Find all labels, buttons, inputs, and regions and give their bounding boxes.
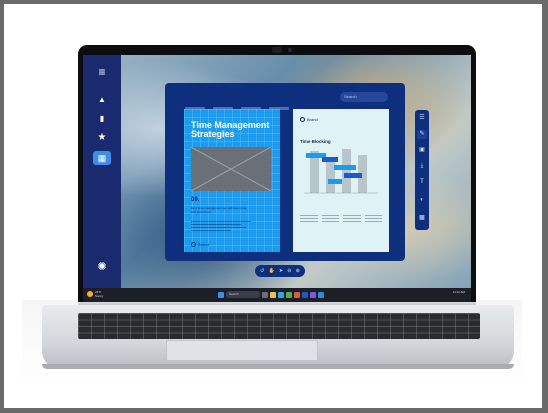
app-sidebar: ≡ ▲ ▮ ★ ▦ ✺ — [83, 55, 121, 288]
laptop-front-edge — [42, 364, 514, 369]
chart-column — [342, 149, 351, 193]
logo-icon — [191, 242, 196, 247]
weather-widget[interactable]: 24°F Sunny — [87, 290, 104, 298]
start-icon[interactable] — [218, 291, 224, 298]
triangle-icon[interactable]: ▲ — [93, 93, 111, 107]
system-tray[interactable]: 11:11 AM — [453, 290, 465, 295]
chart-block — [334, 165, 356, 170]
text-column — [364, 209, 383, 224]
image-placeholder[interactable] — [191, 147, 271, 191]
layout-icon[interactable]: ▦ — [93, 151, 111, 165]
qr-icon[interactable]: ▩ — [417, 214, 427, 223]
keyboard — [78, 313, 480, 339]
zoom-out-icon[interactable]: ⊖ — [287, 268, 291, 274]
document-page-right[interactable]: Brand Time Blocking — [293, 109, 389, 252]
text-icon[interactable]: T — [417, 178, 427, 187]
chart-block — [344, 173, 362, 178]
column-heading — [365, 209, 383, 213]
hand-icon[interactable]: ✋ — [268, 268, 274, 274]
column-heading — [322, 209, 340, 213]
bottom-tool-bar: ↺ ✋ ➤ ⊖ ⊕ — [255, 265, 305, 277]
search-input[interactable]: Search — [340, 92, 388, 102]
list-icon[interactable]: ☰ — [417, 114, 427, 123]
chart-block — [328, 179, 342, 184]
chart-title: Time Blocking — [300, 139, 331, 144]
contrast-icon[interactable]: ◐ — [417, 196, 427, 205]
settings-icon[interactable]: ✺ — [93, 260, 111, 274]
body-text-lines — [191, 221, 261, 233]
menu-icon[interactable]: ≡ — [93, 65, 111, 79]
document-page-left[interactable]: Time Management Strategies 09. How time … — [184, 109, 280, 252]
section-number: 09. — [191, 197, 200, 203]
sun-icon — [87, 291, 93, 297]
clock-time: 11:11 AM — [452, 290, 465, 294]
column-heading — [300, 209, 318, 213]
taskbar-search[interactable]: Search — [226, 291, 260, 298]
teams-icon[interactable] — [310, 291, 316, 298]
pointer-icon[interactable]: ➤ — [279, 268, 283, 274]
time-blocking-chart — [304, 149, 378, 194]
image-icon[interactable]: ▣ — [417, 146, 427, 155]
touchpad — [166, 340, 318, 361]
pen-icon[interactable]: ✎ — [417, 130, 427, 139]
text-column — [300, 209, 318, 224]
chart-column — [326, 157, 335, 193]
webcam — [272, 47, 282, 53]
camera-light — [288, 48, 292, 52]
edge-icon[interactable] — [278, 291, 284, 298]
taskbar-apps: Search — [218, 291, 324, 298]
file-explorer-icon[interactable] — [270, 291, 276, 298]
chart-block — [322, 157, 338, 162]
os-taskbar: 24°F Sunny Search 11:11 AM — [83, 288, 471, 302]
bar-chart-icon[interactable]: ▮ — [93, 112, 111, 126]
mail-icon[interactable] — [302, 291, 308, 298]
laptop-screen: ≡ ▲ ▮ ★ ▦ ✺ Search Time Management Strat… — [83, 55, 471, 302]
editor-window: Search Time Management Strategies 09. Ho… — [165, 83, 405, 261]
page-logo: Brand — [191, 242, 209, 247]
page-logo: Brand — [300, 117, 318, 122]
office-icon[interactable] — [294, 291, 300, 298]
text-columns — [300, 209, 382, 224]
task-view-icon[interactable] — [262, 291, 268, 298]
zoom-in-icon[interactable]: ⊕ — [296, 268, 300, 274]
text-column — [343, 209, 361, 224]
top-nav — [185, 97, 305, 110]
undo-icon[interactable]: ↺ — [260, 268, 264, 274]
page-title: Time Management Strategies — [191, 120, 270, 139]
app-icon[interactable] — [318, 291, 324, 298]
tool-palette: ☰ ✎ ▣ ⤓ T ◐ ▩ — [415, 110, 429, 230]
store-icon[interactable] — [286, 291, 292, 298]
logo-icon — [300, 117, 305, 122]
section-subtitle: How time management can achieve more and… — [191, 206, 247, 214]
weather-desc: Sunny — [95, 294, 104, 298]
text-column — [321, 209, 340, 224]
column-heading — [343, 209, 361, 213]
star-icon[interactable]: ★ — [93, 131, 111, 145]
download-icon[interactable]: ⤓ — [417, 162, 427, 171]
